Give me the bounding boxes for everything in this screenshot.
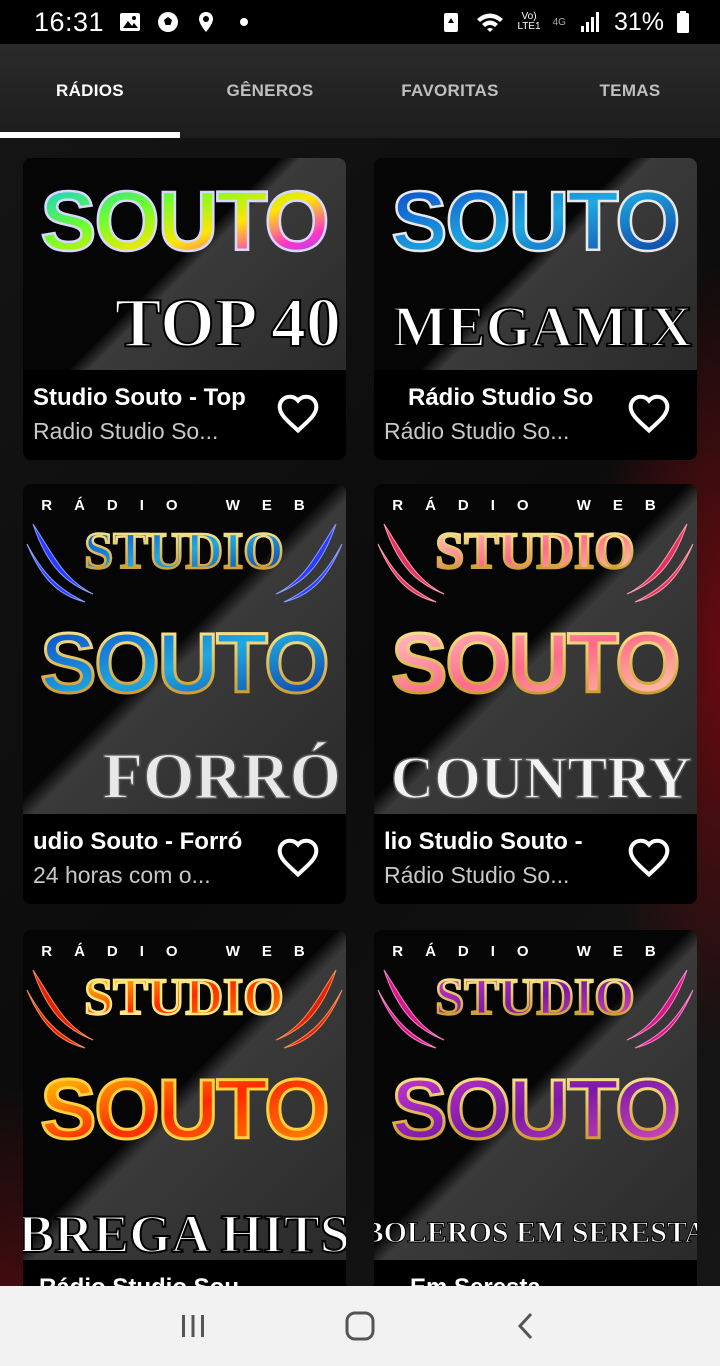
art-genre-text: BOLEROS EM SERESTA (374, 1216, 697, 1249)
art-souto-text: SOUTO (40, 1062, 327, 1156)
art-souto-text: SOUTO (391, 1062, 678, 1156)
station-title: lio Studio Souto - (384, 828, 583, 855)
art-souto-text: SOUTO (391, 616, 678, 710)
station-title: Em Seresta (384, 1274, 609, 1286)
battery-icon (677, 11, 689, 33)
network-gen-label: 4G (552, 16, 566, 28)
favorite-heart-icon[interactable] (627, 392, 671, 436)
art-genre-text: FORRÓ (103, 740, 341, 813)
tab-temas[interactable]: TEMAS (540, 44, 720, 138)
station-subtitle: 24 horas com o... (33, 862, 211, 888)
station-grid: SOUTO TOP 40 Studio Souto - Top Radio St… (0, 138, 720, 1286)
station-artwork: RÁDIO WEB STUDIO SOUTO BREGA HITS (23, 930, 346, 1260)
station-subtitle: Rádio Studio So... (384, 862, 570, 888)
art-wing-right (275, 969, 343, 1049)
art-souto-text: SOUTO (40, 616, 327, 710)
art-souto-text: SOUTO (391, 174, 678, 268)
art-studio-text: STUDIO (84, 969, 283, 1026)
station-artwork: SOUTO MEGAMIX (374, 158, 697, 370)
tab-bar: RÁDIOS GÊNEROS FAVORITAS TEMAS (0, 44, 720, 138)
recents-icon (182, 1315, 205, 1337)
station-title: Rádio Studio So (408, 384, 594, 411)
art-wing-left (26, 523, 94, 603)
favorite-heart-icon[interactable] (627, 836, 671, 880)
station-artwork: RÁDIO WEB STUDIO SOUTO FORRÓ (23, 484, 346, 814)
station-artwork: SOUTO TOP 40 (23, 158, 346, 370)
favorite-heart-icon[interactable] (276, 836, 320, 880)
art-head-text: RÁDIO WEB (392, 943, 678, 960)
art-genre-text: COUNTRY (391, 745, 692, 811)
tab-generos[interactable]: GÊNEROS (180, 44, 360, 138)
recents-button[interactable] (163, 1296, 223, 1356)
station-subtitle: Rádio Studio So... (384, 418, 570, 444)
station-title: Rádio Studio Sou (33, 1274, 258, 1286)
station-artwork: RÁDIO WEB STUDIO SOUTO COUNTRY (374, 484, 697, 814)
favorite-heart-icon[interactable] (276, 392, 320, 436)
station-info: Rádio Studio Sou (23, 1260, 346, 1286)
dot-icon (240, 18, 249, 26)
status-time: 16:31 (34, 6, 105, 37)
art-studio-text: STUDIO (435, 969, 634, 1026)
art-genre-text: MEGAMIX (392, 294, 692, 359)
tab-favoritas[interactable]: FAVORITAS (360, 44, 540, 138)
art-head-text: RÁDIO WEB (41, 943, 327, 960)
network-indicator: Vo) LTE1 (517, 12, 540, 32)
station-card[interactable]: SOUTO MEGAMIX Rádio Studio So Rádio Stud… (374, 158, 697, 460)
art-wing-right (626, 523, 694, 603)
station-title: udio Souto - Forró (33, 828, 243, 855)
status-bar: 16:31 Vo) LTE1 4G 31% (0, 0, 720, 44)
art-wing-right (275, 523, 343, 603)
art-wing-left (26, 969, 94, 1049)
station-info: Em Seresta (374, 1260, 697, 1286)
station-title: Studio Souto - Top (33, 384, 246, 411)
art-head-text: RÁDIO WEB (41, 497, 327, 514)
station-info: Rádio Studio So Rádio Studio So... (374, 370, 697, 460)
wifi-icon (477, 13, 504, 32)
station-card[interactable]: SOUTO TOP 40 Studio Souto - Top Radio St… (23, 158, 346, 460)
navigation-bar (0, 1286, 720, 1366)
location-icon (199, 12, 214, 32)
station-artwork: RÁDIO WEB STUDIO SOUTO BOLEROS EM SEREST… (374, 930, 697, 1260)
signal-icon (580, 12, 599, 32)
art-wing-left (377, 523, 445, 603)
art-wing-right (626, 969, 694, 1049)
station-info: lio Studio Souto - Rádio Studio So... (374, 814, 697, 904)
art-genre-text: BREGA HITS (23, 1204, 346, 1260)
station-subtitle: Radio Studio So... (33, 418, 219, 444)
battery-percent: 31% (613, 7, 664, 36)
station-card[interactable]: RÁDIO WEB STUDIO SOUTO FORRÓ udio Souto … (23, 484, 346, 904)
tab-radios[interactable]: RÁDIOS (0, 44, 180, 138)
home-button[interactable] (330, 1296, 390, 1356)
station-card[interactable]: RÁDIO WEB STUDIO SOUTO BREGA HITS Rádio … (23, 930, 346, 1286)
back-button[interactable] (497, 1296, 557, 1356)
art-wing-left (377, 969, 445, 1049)
station-card[interactable]: RÁDIO WEB STUDIO SOUTO BOLEROS EM SEREST… (374, 930, 697, 1286)
art-genre-text: TOP 40 (115, 285, 341, 362)
recycle-icon (444, 13, 459, 32)
art-studio-text: STUDIO (84, 523, 283, 580)
gallery-icon (120, 13, 141, 31)
home-icon (345, 1311, 375, 1341)
soccer-ball-icon (158, 12, 179, 32)
station-info: Studio Souto - Top Radio Studio So... (23, 370, 346, 460)
art-souto-text: SOUTO (40, 174, 327, 268)
art-head-text: RÁDIO WEB (392, 497, 678, 514)
station-card[interactable]: RÁDIO WEB STUDIO SOUTO COUNTRY lio Studi… (374, 484, 697, 904)
network-bottom-label: LTE1 (517, 21, 541, 32)
back-icon (517, 1312, 532, 1340)
station-info: udio Souto - Forró 24 horas com o... (23, 814, 346, 904)
art-studio-text: STUDIO (435, 523, 634, 580)
